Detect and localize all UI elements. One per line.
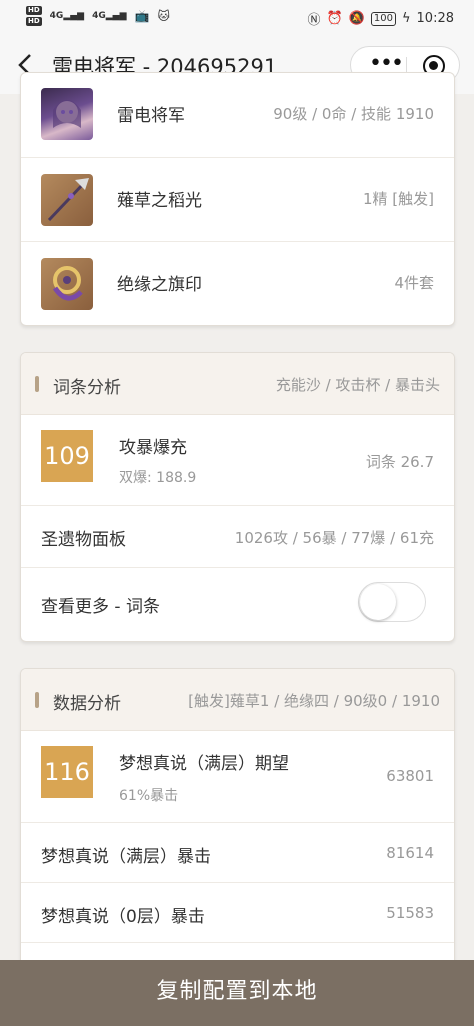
row-value: 51583 bbox=[386, 904, 434, 922]
toggle-knob bbox=[360, 584, 396, 620]
signal-icon: 4G▂▄▆ bbox=[49, 11, 85, 21]
equipment-name: 雷电将军 bbox=[117, 106, 185, 126]
charging-icon: ϟ bbox=[401, 11, 411, 26]
score-badge: 116 bbox=[41, 746, 93, 798]
section-header: 词条分析 充能沙 / 攻击杯 / 暴击头 bbox=[21, 353, 454, 415]
signal-icon: 4G▂▄▆ bbox=[92, 11, 127, 21]
score-row: 109 攻暴爆充 双爆: 188.9 词条 26.7 bbox=[21, 415, 454, 506]
row-value: 81614 bbox=[386, 844, 434, 862]
damage-analysis-card: 数据分析 [触发]薙草1 / 绝缘四 / 90级0 / 1910 116 梦想真… bbox=[20, 668, 455, 988]
hd-badge: HD bbox=[26, 17, 42, 26]
damage-row: 梦想真说（0层）暴击 51583 bbox=[21, 883, 454, 943]
hd-badge: HD bbox=[26, 6, 42, 15]
score-title: 攻暴爆充 bbox=[119, 438, 187, 458]
score-subtitle: 双爆: 188.9 bbox=[119, 470, 197, 486]
equipment-info: 90级 / 0命 / 技能 1910 bbox=[273, 105, 434, 123]
section-accent-bar bbox=[35, 692, 39, 708]
equipment-row-character[interactable]: 雷电将军 90级 / 0命 / 技能 1910 bbox=[21, 73, 454, 158]
status-bar: HD HD 4G▂▄▆ 4G▂▄▆ 📺 🐱 Ⓝ ⏰ 🔕 100 ϟ 10:28 bbox=[0, 0, 474, 36]
equipment-info: 4件套 bbox=[394, 274, 434, 292]
equipment-info: 1精 [触发] bbox=[362, 190, 434, 208]
score-detail: 词条 26.7 bbox=[365, 453, 434, 471]
character-portrait-icon bbox=[41, 88, 93, 140]
status-left: HD HD 4G▂▄▆ 4G▂▄▆ 📺 🐱 bbox=[26, 6, 170, 26]
alarm-icon: ⏰ bbox=[326, 11, 343, 26]
battery-icon: 100 bbox=[370, 11, 396, 26]
copy-config-button[interactable]: 复制配置到本地 bbox=[0, 960, 474, 1026]
cat-icon: 🐱 bbox=[157, 9, 170, 23]
status-right: Ⓝ ⏰ 🔕 100 ϟ 10:28 bbox=[307, 9, 454, 28]
score-title: 梦想真说（满层）期望 bbox=[119, 754, 289, 774]
row-value: 1026攻 / 56暴 / 77爆 / 61充 bbox=[234, 529, 434, 547]
hd-badges: HD HD bbox=[26, 6, 42, 26]
polearm-weapon-icon bbox=[41, 174, 93, 226]
section-title: 数据分析 bbox=[53, 694, 121, 714]
section-subtitle: 充能沙 / 攻击杯 / 暴击头 bbox=[275, 376, 440, 394]
clock: 10:28 bbox=[416, 11, 454, 26]
nfc-icon: Ⓝ bbox=[307, 13, 321, 28]
equipment-name: 薙草之稻光 bbox=[117, 191, 202, 211]
mute-icon: 🔕 bbox=[348, 11, 365, 26]
bilibili-icon: 📺 bbox=[134, 9, 150, 23]
score-row: 116 梦想真说（满层）期望 61%暴击 63801 bbox=[21, 731, 454, 823]
equipment-row-artifact[interactable]: 绝缘之旗印 4件套 bbox=[21, 242, 454, 325]
substat-analysis-card: 词条分析 充能沙 / 攻击杯 / 暴击头 109 攻暴爆充 双爆: 188.9 … bbox=[20, 352, 455, 642]
show-more-toggle[interactable] bbox=[358, 582, 426, 622]
artifact-set-icon bbox=[41, 258, 93, 310]
score-subtitle: 61%暴击 bbox=[119, 788, 179, 804]
section-title: 词条分析 bbox=[53, 378, 121, 398]
section-header: 数据分析 [触发]薙草1 / 绝缘四 / 90级0 / 1910 bbox=[21, 669, 454, 731]
row-label: 梦想真说（满层）暴击 bbox=[41, 847, 211, 867]
show-more-row: 查看更多 - 词条 bbox=[21, 568, 454, 641]
equipment-name: 绝缘之旗印 bbox=[117, 275, 202, 295]
equipment-row-weapon[interactable]: 薙草之稻光 1精 [触发] bbox=[21, 158, 454, 242]
damage-row: 梦想真说（满层）暴击 81614 bbox=[21, 823, 454, 883]
equipment-card: 雷电将军 90级 / 0命 / 技能 1910 薙草之稻光 1精 [触发] 绝缘… bbox=[20, 72, 455, 326]
section-accent-bar bbox=[35, 376, 39, 392]
section-subtitle: [触发]薙草1 / 绝缘四 / 90级0 / 1910 bbox=[188, 692, 440, 710]
row-label: 梦想真说（0层）暴击 bbox=[41, 907, 205, 927]
row-label: 查看更多 - 词条 bbox=[41, 597, 160, 617]
artifact-panel-row: 圣遗物面板 1026攻 / 56暴 / 77爆 / 61充 bbox=[21, 506, 454, 568]
score-badge: 109 bbox=[41, 430, 93, 482]
score-detail: 63801 bbox=[386, 767, 434, 785]
row-label: 圣遗物面板 bbox=[41, 530, 126, 550]
